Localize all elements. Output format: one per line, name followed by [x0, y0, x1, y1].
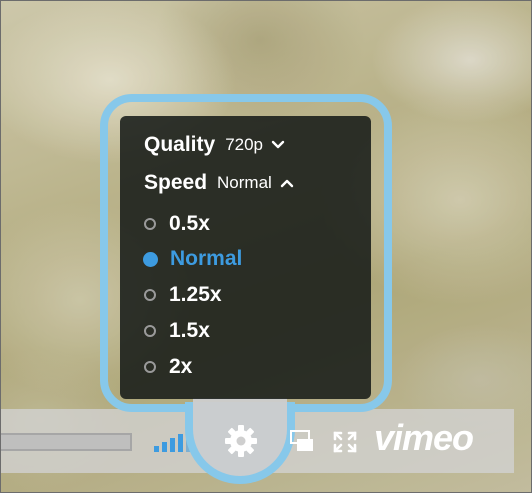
speed-option-label: 0.5x	[169, 212, 210, 235]
picture-in-picture-icon[interactable]	[290, 430, 314, 452]
radio-icon	[144, 289, 156, 301]
radio-icon	[144, 361, 156, 373]
speed-option-label: 2x	[169, 355, 193, 378]
progress-bar[interactable]	[0, 433, 132, 451]
speed-row[interactable]: Speed Normal	[144, 171, 294, 195]
speed-option-label: Normal	[170, 247, 243, 270]
radio-icon	[144, 218, 156, 230]
radio-icon	[144, 325, 156, 337]
chevron-down-icon	[271, 140, 285, 149]
vimeo-logo[interactable]: vimeo	[374, 418, 474, 458]
speed-option-label: 1.5x	[169, 319, 210, 342]
chevron-up-icon	[280, 179, 294, 188]
fullscreen-icon[interactable]	[333, 431, 357, 453]
radio-selected-icon	[143, 251, 158, 267]
speed-option-label: 1.25x	[169, 283, 222, 306]
quality-label: Quality	[144, 133, 216, 156]
speed-option[interactable]: 2x	[144, 355, 192, 379]
settings-menu: Quality 720p Speed Normal 0.5x Normal 1.…	[120, 116, 371, 399]
speed-option[interactable]: 0.5x	[144, 212, 210, 236]
speed-option[interactable]: 1.5x	[144, 319, 210, 343]
speed-value: Normal	[217, 173, 272, 192]
speed-label: Speed	[144, 171, 208, 194]
settings-gear-icon[interactable]	[223, 423, 259, 459]
quality-value: 720p	[225, 135, 264, 154]
quality-row[interactable]: Quality 720p	[144, 133, 285, 157]
speed-option-selected[interactable]: Normal	[143, 247, 243, 271]
speed-option[interactable]: 1.25x	[144, 283, 222, 307]
